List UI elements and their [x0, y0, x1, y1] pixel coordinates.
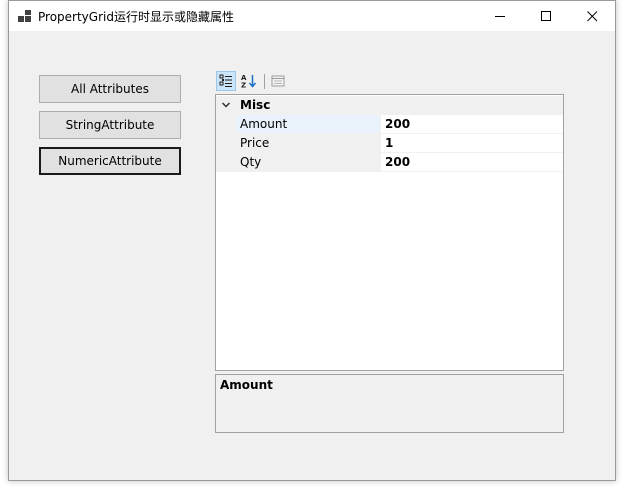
toolbar-separator: [264, 74, 265, 89]
property-value: 1: [385, 136, 394, 150]
property-grid[interactable]: Misc Amount 200 Price 1 Qty 200: [215, 94, 564, 371]
property-name-cell[interactable]: Qty: [236, 153, 380, 172]
main-window: PropertyGrid运行时显示或隐藏属性 All Attributes St…: [8, 0, 616, 481]
close-icon: [586, 10, 597, 21]
categorized-icon: [219, 74, 232, 87]
property-value: 200: [385, 117, 411, 131]
category-row-misc[interactable]: Misc: [216, 96, 563, 115]
property-help-pane: Amount: [215, 374, 564, 433]
property-name: Qty: [240, 155, 262, 169]
property-row-qty[interactable]: Qty 200: [216, 153, 563, 172]
string-attribute-button[interactable]: StringAttribute: [39, 111, 181, 139]
property-value: 200: [385, 155, 411, 169]
all-attributes-button[interactable]: All Attributes: [39, 75, 181, 103]
title-bar[interactable]: PropertyGrid运行时显示或隐藏属性: [9, 1, 615, 31]
property-name-cell[interactable]: Price: [236, 134, 380, 153]
maximize-icon: [540, 10, 551, 21]
sort-az-icon: A Z: [241, 74, 257, 88]
property-pages-icon: [271, 75, 285, 87]
row-margin: [216, 115, 236, 134]
property-grid-toolbar: A Z: [215, 69, 295, 93]
app-icon: [18, 10, 31, 22]
row-margin: [216, 153, 236, 172]
property-name-cell[interactable]: Amount: [236, 115, 380, 134]
chevron-down-icon[interactable]: [221, 100, 231, 110]
property-row-amount[interactable]: Amount 200: [216, 115, 563, 134]
property-value-cell[interactable]: 1: [380, 134, 563, 153]
property-name: Price: [240, 136, 270, 150]
property-row-price[interactable]: Price 1: [216, 134, 563, 153]
property-name: Amount: [240, 117, 288, 131]
minimize-button[interactable]: [477, 1, 523, 31]
categorized-view-button[interactable]: [216, 71, 236, 91]
property-value-cell[interactable]: 200: [380, 153, 563, 172]
numeric-attribute-button[interactable]: NumericAttribute: [39, 147, 181, 175]
maximize-button[interactable]: [523, 1, 569, 31]
svg-text:Z: Z: [241, 82, 246, 89]
help-title: Amount: [220, 378, 273, 392]
property-pages-button[interactable]: [268, 71, 288, 91]
category-label: Misc: [240, 98, 271, 112]
window-title: PropertyGrid运行时显示或隐藏属性: [38, 10, 234, 24]
property-value-cell[interactable]: 200: [380, 115, 563, 134]
minimize-icon: [494, 15, 505, 17]
row-margin: [216, 134, 236, 153]
close-button[interactable]: [569, 1, 615, 31]
alphabetical-view-button[interactable]: A Z: [239, 71, 259, 91]
